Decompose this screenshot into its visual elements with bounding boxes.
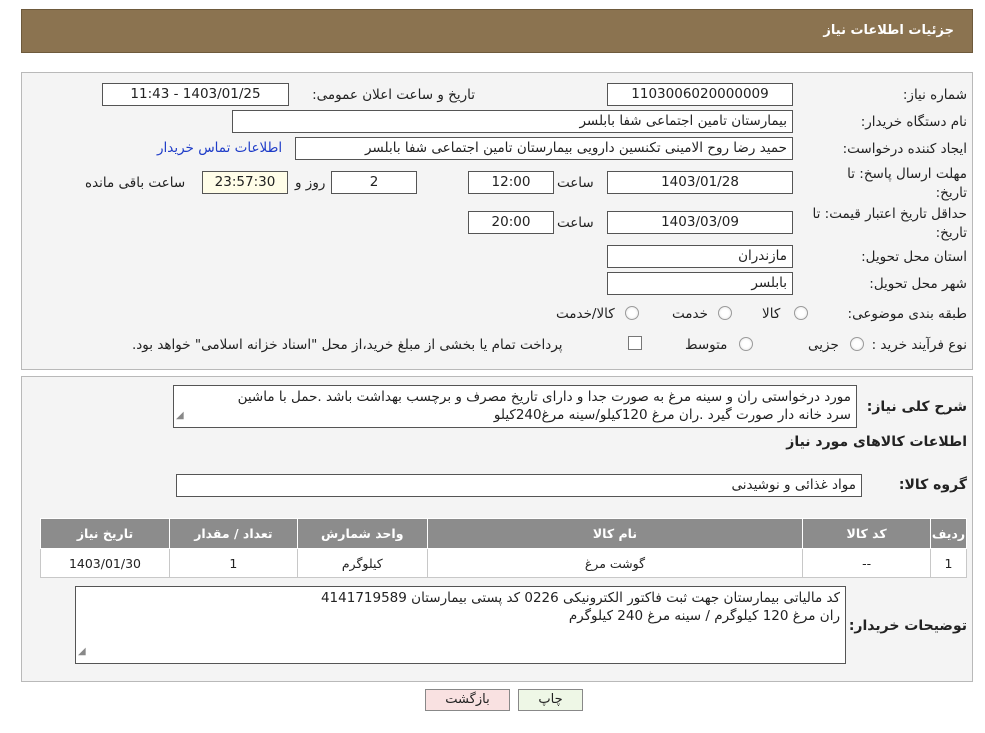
deadline-label-date: تاریخ: (935, 185, 967, 201)
page-header: جزئیات اطلاعات نیاز (21, 9, 973, 53)
resize-handle-icon[interactable]: ◢ (176, 407, 184, 425)
deadline-date-field: 1403/01/28 (607, 171, 793, 194)
process-minor-label: جزیی (808, 337, 839, 353)
category-service-radio[interactable] (718, 306, 732, 320)
price-validity-label: حداقل تاریخ اعتبار قیمت: تا (812, 206, 967, 222)
announce-datetime-field: 1403/01/25 - 11:43 (102, 83, 289, 106)
description-textarea[interactable]: مورد درخواستی ران و سینه مرغ به صورت جدا… (173, 385, 857, 428)
request-creator-field: حمید رضا روح الامینی تکنسین دارویی بیمار… (295, 137, 793, 160)
delivery-province-field: مازندران (607, 245, 793, 268)
buyer-org-label: نام دستگاه خریدار: (860, 114, 967, 130)
cell-item-name: گوشت مرغ (426, 548, 804, 578)
description-line-2: سرد خانه دار صورت گیرد .ران مرغ 120کیلو/… (493, 407, 851, 423)
col-item-name: نام کالا (426, 518, 804, 549)
price-validity-label-date: تاریخ: (935, 225, 967, 241)
need-number-field: 1103006020000009 (607, 83, 793, 106)
buyer-notes-textarea[interactable]: کد مالیاتی بیمارستان جهت ثبت فاکتور الکت… (75, 586, 846, 664)
treasury-payment-checkbox[interactable] (628, 336, 642, 350)
col-quantity: تعداد / مقدار (168, 518, 298, 549)
delivery-city-label: شهر محل تحویل: (869, 276, 967, 292)
price-validity-time-field: 20:00 (468, 211, 554, 234)
price-validity-time-label: ساعت (557, 215, 594, 231)
back-button[interactable]: بازگشت (425, 689, 510, 711)
buyer-contact-link[interactable]: اطلاعات تماس خریدار (157, 140, 282, 156)
buyer-org-field: بیمارستان تامین اجتماعی شفا بابلسر (232, 110, 793, 133)
category-service-label: خدمت (672, 306, 708, 322)
category-label: طبقه بندی موضوعی: (847, 306, 967, 322)
announce-datetime-label: تاریخ و ساعت اعلان عمومی: (312, 87, 475, 103)
deadline-time-label: ساعت (557, 175, 594, 191)
cell-row-number: 1 (930, 548, 967, 578)
remaining-time-field: 23:57:30 (202, 171, 288, 194)
col-unit: واحد شمارش (296, 518, 428, 549)
goods-group-field: مواد غذائی و نوشیدنی (176, 474, 862, 497)
category-goods-radio[interactable] (794, 306, 808, 320)
goods-table-header: ردیف کد کالا نام کالا واحد شمارش تعداد /… (40, 518, 967, 549)
category-goods-service-radio[interactable] (625, 306, 639, 320)
process-minor-radio[interactable] (850, 337, 864, 351)
need-number-label: شماره نیاز: (902, 87, 967, 103)
purchase-process-label: نوع فرآیند خرید : (871, 337, 967, 353)
process-medium-label: متوسط (685, 337, 728, 353)
request-creator-label: ایجاد کننده درخواست: (842, 141, 967, 157)
cell-need-date: 1403/01/30 (40, 548, 170, 578)
table-row: 1 -- گوشت مرغ کیلوگرم 1 1403/01/30 (40, 548, 967, 578)
delivery-city-field: بابلسر (607, 272, 793, 295)
col-need-date: تاریخ نیاز (40, 518, 170, 549)
buyer-notes-line-2: ران مرغ 120 کیلوگرم / سینه مرغ 240 کیلوگ… (568, 608, 840, 624)
goods-section-title: اطلاعات کالاهای مورد نیاز (786, 434, 967, 450)
treasury-payment-note: پرداخت تمام یا بخشی از مبلغ خرید،از محل … (132, 337, 563, 353)
days-label: روز و (295, 175, 326, 191)
category-goods-label: کالا (762, 306, 781, 322)
process-medium-radio[interactable] (739, 337, 753, 351)
remaining-time-label: ساعت باقی مانده (85, 175, 186, 191)
category-goods-service-label: کالا/خدمت (556, 306, 615, 322)
print-button[interactable]: چاپ (518, 689, 583, 711)
cell-unit: کیلوگرم (296, 548, 428, 578)
buyer-notes-line-1: کد مالیاتی بیمارستان جهت ثبت فاکتور الکت… (320, 590, 840, 606)
goods-table: ردیف کد کالا نام کالا واحد شمارش تعداد /… (40, 518, 967, 578)
col-item-code: کد کالا (802, 518, 932, 549)
buyer-notes-label: توضیحات خریدار: (848, 618, 967, 634)
cell-item-code: -- (802, 548, 932, 578)
cell-quantity: 1 (168, 548, 298, 578)
deadline-time-field: 12:00 (468, 171, 554, 194)
description-line-1: مورد درخواستی ران و سینه مرغ به صورت جدا… (237, 389, 851, 405)
deadline-label: مهلت ارسال پاسخ: تا (847, 166, 967, 182)
page-title: جزئیات اطلاعات نیاز (823, 23, 954, 38)
resize-handle-icon[interactable]: ◢ (78, 643, 86, 661)
price-validity-date-field: 1403/03/09 (607, 211, 793, 234)
delivery-province-label: استان محل تحویل: (861, 249, 967, 265)
days-count-field: 2 (331, 171, 417, 194)
description-label: شرح کلی نیاز: (866, 399, 967, 415)
col-row-number: ردیف (930, 518, 967, 549)
goods-group-label: گروه کالا: (898, 477, 967, 493)
